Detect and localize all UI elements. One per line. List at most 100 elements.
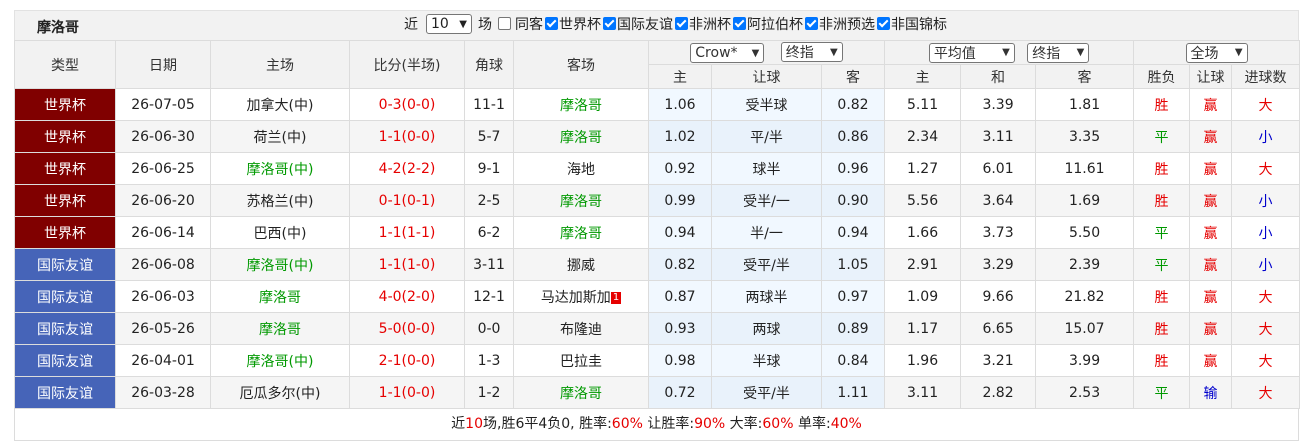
away-team-cell[interactable]: 摩洛哥 xyxy=(513,216,649,249)
handicap-cell-text: 半/一 xyxy=(750,225,783,242)
chevron-down-icon: ▼ xyxy=(751,47,760,59)
handicap-result-cell: 赢 xyxy=(1189,120,1233,153)
summary-match-count: 10 xyxy=(465,416,483,432)
average-select[interactable]: 平均值 ▼ xyxy=(928,42,1015,63)
handicap-cell-text: 球半 xyxy=(752,161,781,178)
full-time-score: 0-1 xyxy=(378,192,402,209)
home-team-cell[interactable]: 巴西(中) xyxy=(210,216,350,249)
competition-cell[interactable]: 国际友谊 xyxy=(14,312,116,345)
euro-draw-cell-text: 2.82 xyxy=(982,384,1014,401)
table-row[interactable]: 世界杯 26-06-30 荷兰(中) 1-1(0-0) 5-7 摩洛哥 1.02 平/半 0.8… xyxy=(14,120,1301,153)
home-team-cell[interactable]: 厄瓜多尔(中) xyxy=(210,376,350,409)
date-cell-text: 26-06-14 xyxy=(131,224,195,241)
handicap-cell: 受平/半 xyxy=(711,248,822,281)
competition-cell[interactable]: 世界杯 xyxy=(14,184,116,217)
score-cell[interactable]: 1-1(0-0) xyxy=(349,120,465,153)
table-row[interactable]: 国际友谊 26-06-08 摩洛哥(中) 1-1(1-0) 3-11 挪威 0.82 受平/半… xyxy=(14,248,1301,281)
home-team-cell[interactable]: 荷兰(中) xyxy=(210,120,350,153)
competition-cell[interactable]: 世界杯 xyxy=(14,152,116,185)
home-odds-cell-text: 0.82 xyxy=(664,256,696,273)
away-team-cell[interactable]: 摩洛哥 xyxy=(513,184,649,217)
home-team-cell[interactable]: 加拿大(中) xyxy=(210,88,350,121)
competition-cell[interactable]: 世界杯 xyxy=(14,88,116,121)
away-team-cell[interactable]: 巴拉圭 xyxy=(513,344,649,377)
corner-cell: 6-2 xyxy=(464,216,514,249)
score-cell[interactable]: 0-3(0-0) xyxy=(349,88,465,121)
away-odds-cell-text: 0.86 xyxy=(837,128,869,145)
score-cell[interactable]: 4-2(2-2) xyxy=(349,152,465,185)
table-row[interactable]: 世界杯 26-06-20 苏格兰(中) 0-1(0-1) 2-5 摩洛哥 0.99 受半/一 0… xyxy=(14,184,1301,217)
comp-checkbox-african-nations-championship[interactable] xyxy=(877,16,890,30)
table-row[interactable]: 国际友谊 26-05-26 摩洛哥 5-0(0-0) 0-0 布隆迪 0.93 两球 0.89 1… xyxy=(14,312,1301,345)
home-team-cell-text: 摩洛哥(中) xyxy=(246,257,314,274)
away-team-cell[interactable]: 摩洛哥 xyxy=(513,376,649,409)
euro-home-cell-text: 1.17 xyxy=(906,320,939,337)
home-odds-cell: 1.06 xyxy=(648,88,712,121)
comp-label: 非国锦标 xyxy=(891,17,947,33)
score-cell[interactable]: 1-1(1-0) xyxy=(349,248,465,281)
away-team-cell-text: 摩洛哥 xyxy=(560,97,602,114)
same-home-checkbox[interactable] xyxy=(498,16,511,30)
europe-odds-type-select[interactable]: 终指 ▼ xyxy=(1027,42,1090,63)
away-team-cell[interactable]: 挪威 xyxy=(513,248,649,281)
away-team-cell[interactable]: 布隆迪 xyxy=(513,312,649,345)
competition-cell-text: 世界杯 xyxy=(44,129,86,146)
score-cell[interactable]: 0-1(0-1) xyxy=(349,184,465,217)
score-cell[interactable]: 2-1(0-0) xyxy=(349,344,465,377)
euro-away-cell-text: 2.39 xyxy=(1068,256,1101,273)
away-team-cell[interactable]: 海地 xyxy=(513,152,649,185)
table-row[interactable]: 世界杯 26-07-05 加拿大(中) 0-3(0-0) 11-1 摩洛哥 1.06 受半球 0… xyxy=(14,88,1301,121)
score-cell[interactable]: 1-1(0-0) xyxy=(349,376,465,409)
handicap-odds-type-select[interactable]: 终指 ▼ xyxy=(780,42,843,62)
competition-cell[interactable]: 世界杯 xyxy=(14,120,116,153)
comp-checkbox-friendly[interactable] xyxy=(603,16,616,30)
euro-draw-cell: 3.29 xyxy=(960,248,1037,281)
euro-home-cell: 1.27 xyxy=(884,152,962,185)
score-cell[interactable]: 4-0(2-0) xyxy=(349,280,465,313)
competition-cell[interactable]: 国际友谊 xyxy=(14,248,116,281)
comp-checkbox-africa-qualifier[interactable] xyxy=(805,16,818,30)
full-time-score: 4-2 xyxy=(378,160,402,177)
date-cell-text: 26-04-01 xyxy=(131,352,195,369)
euro-away-cell: 11.61 xyxy=(1035,152,1135,185)
comp-checkbox-worldcup[interactable] xyxy=(545,16,558,30)
away-odds-cell: 0.94 xyxy=(820,216,886,249)
handicap-cell-text: 受平/半 xyxy=(743,257,790,274)
away-team-cell[interactable]: 摩洛哥 xyxy=(513,120,649,153)
away-team-cell[interactable]: 摩洛哥 xyxy=(513,88,649,121)
home-team-cell[interactable]: 摩洛哥(中) xyxy=(210,152,350,185)
competition-cell[interactable]: 世界杯 xyxy=(14,216,116,249)
table-row[interactable]: 世界杯 26-06-14 巴西(中) 1-1(1-1) 6-2 摩洛哥 0.94 半/一 0.9… xyxy=(14,216,1301,249)
comp-checkbox-arab-cup[interactable] xyxy=(733,16,746,30)
away-team-cell[interactable]: 马达加斯加 1 xyxy=(513,280,649,313)
comp-checkbox-afcon[interactable] xyxy=(675,16,688,30)
home-team-cell[interactable]: 苏格兰(中) xyxy=(210,184,350,217)
competition-cell[interactable]: 国际友谊 xyxy=(14,280,116,313)
full-time-score: 5-0 xyxy=(378,320,402,337)
home-team-cell[interactable]: 摩洛哥 xyxy=(210,312,350,345)
competition-cell[interactable]: 国际友谊 xyxy=(14,344,116,377)
home-team-cell[interactable]: 摩洛哥 xyxy=(210,280,350,313)
competition-cell-text: 国际友谊 xyxy=(37,385,93,402)
home-team-cell[interactable]: 摩洛哥(中) xyxy=(210,344,350,377)
table-row[interactable]: 国际友谊 26-06-03 摩洛哥 4-0(2-0) 12-1 马达加斯加 1 0.87 两球半… xyxy=(14,280,1301,313)
summary-odd-rate: 40% xyxy=(830,416,862,432)
home-team-cell[interactable]: 摩洛哥(中) xyxy=(210,248,350,281)
table-row[interactable]: 国际友谊 26-04-01 摩洛哥(中) 2-1(0-0) 1-3 巴拉圭 0.98 半球 0.… xyxy=(14,344,1301,377)
home-odds-cell: 0.98 xyxy=(648,344,712,377)
score-cell[interactable]: 5-0(0-0) xyxy=(349,312,465,345)
range-select[interactable]: 全场 ▼ xyxy=(1185,42,1248,63)
home-odds-cell-text: 1.02 xyxy=(664,128,696,145)
goals-result-cell-text: 大 xyxy=(1258,321,1273,338)
corner-cell: 1-3 xyxy=(464,344,514,377)
competition-cell[interactable]: 国际友谊 xyxy=(14,376,116,409)
euro-away-cell-text: 2.53 xyxy=(1068,384,1101,401)
company-select[interactable]: Crow* ▼ xyxy=(690,43,765,63)
goals-result-cell: 大 xyxy=(1231,152,1301,185)
score-cell[interactable]: 1-1(1-1) xyxy=(349,216,465,249)
handicap-cell: 两球半 xyxy=(711,280,822,313)
table-row[interactable]: 国际友谊 26-03-28 厄瓜多尔(中) 1-1(0-0) 1-2 摩洛哥 0.72 受平/… xyxy=(14,376,1301,409)
table-row[interactable]: 世界杯 26-06-25 摩洛哥(中) 4-2(2-2) 9-1 海地 0.92 球半 0.96… xyxy=(14,152,1301,185)
header-home: 主场 xyxy=(210,40,350,89)
recent-count-select[interactable]: 10 ▼ xyxy=(426,14,472,34)
